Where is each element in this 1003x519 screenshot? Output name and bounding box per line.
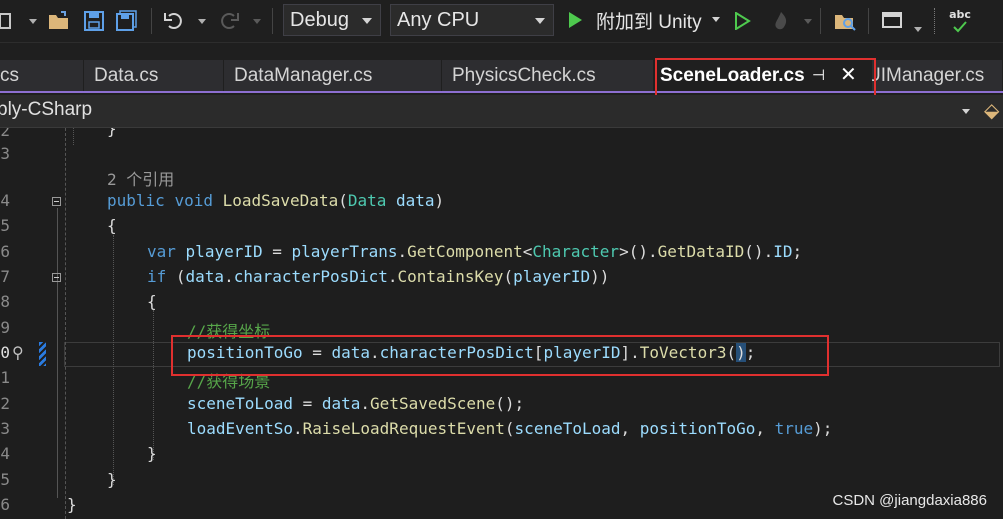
scope-guide: [57, 208, 58, 498]
scope-guide: [153, 310, 154, 460]
collapse-icon[interactable]: [52, 197, 61, 206]
tab-label: cs: [0, 65, 19, 86]
line-number: 5: [0, 216, 10, 235]
navigate-dropdown-icon[interactable]: [29, 19, 37, 24]
tab-highlight-box: [655, 58, 876, 98]
code-highlight-box: [171, 335, 829, 376]
window-layout-icon[interactable]: [879, 8, 905, 34]
line-number: 6: [0, 495, 10, 514]
scope-guide: [113, 235, 114, 485]
code-editor[interactable]: ⚲ 2 3 4 5 6 7 8 9 0 1 2 3 4 5 6 } 2 个引用 …: [0, 128, 1003, 519]
navigation-bar[interactable]: bly-CSharp ⬙: [0, 95, 1003, 128]
save-all-icon[interactable]: [114, 8, 140, 34]
undo-dropdown-icon[interactable]: [198, 19, 206, 24]
navigate-icon[interactable]: [0, 8, 14, 34]
chevron-down-icon[interactable]: [962, 109, 970, 114]
code-line: public void LoadSaveData(Data data): [107, 191, 445, 210]
reference-count-lens[interactable]: 2 个引用: [107, 166, 174, 190]
collapse-icon[interactable]: [52, 273, 61, 282]
toolbar-divider: [868, 8, 869, 34]
chevron-down-icon: [535, 18, 545, 24]
margin-guide: [65, 128, 66, 519]
tab-label: DataManager.cs: [234, 65, 373, 86]
save-icon[interactable]: [81, 8, 107, 34]
code-line: var playerID = playerTrans.GetComponent<…: [147, 242, 803, 261]
platform-value: Any CPU: [397, 8, 480, 31]
configuration-value: Debug: [290, 8, 349, 31]
tab-label: UIManager.cs: [872, 65, 985, 86]
line-number: 4: [0, 191, 10, 210]
code-line: {: [147, 292, 157, 311]
line-number: 8: [0, 292, 10, 311]
toolbar-divider: [934, 8, 936, 34]
layout-dropdown-icon[interactable]: [914, 27, 922, 32]
play-icon: [569, 12, 582, 28]
code-line: }: [67, 495, 77, 514]
redo-dropdown-icon[interactable]: [253, 19, 261, 24]
toolbar-divider: [151, 8, 152, 34]
attach-unity-label: 附加到 Unity: [596, 11, 702, 33]
start-debug-button[interactable]: 附加到 Unity: [566, 6, 731, 34]
configuration-dropdown[interactable]: Debug: [283, 4, 381, 36]
platform-dropdown[interactable]: Any CPU: [390, 4, 554, 36]
scope-guide: [73, 128, 74, 145]
member-icon[interactable]: ⬙: [984, 98, 999, 122]
hot-reload-dropdown-icon[interactable]: [804, 19, 812, 24]
line-number: 9: [0, 318, 10, 337]
code-line: sceneToLoad = data.GetSavedScene();: [187, 394, 525, 413]
line-number: 2: [0, 394, 10, 413]
redo-icon[interactable]: [216, 8, 242, 34]
quick-action-icon[interactable]: ⚲: [12, 343, 24, 362]
undo-icon[interactable]: [161, 8, 187, 34]
line-number: 2: [0, 128, 10, 140]
toolbar-divider: [820, 8, 821, 34]
code-line: }: [147, 444, 157, 463]
tab-data-cs[interactable]: Data.cs: [84, 60, 224, 91]
line-number: 5: [0, 470, 10, 489]
toolbar-divider: [272, 8, 273, 34]
spell-check-icon[interactable]: abc: [946, 6, 974, 36]
line-number: 4: [0, 444, 10, 463]
project-dropdown-value: bly-CSharp: [0, 99, 93, 120]
run-without-debug-icon[interactable]: [731, 8, 753, 34]
hot-reload-icon[interactable]: [768, 8, 794, 34]
line-number: 7: [0, 267, 10, 286]
code-line: loadEventSo.RaiseLoadRequestEvent(sceneT…: [187, 419, 833, 438]
open-folder-icon[interactable]: [46, 8, 72, 34]
line-number: 6: [0, 242, 10, 261]
code-line: {: [107, 216, 117, 235]
tab-label: PhysicsCheck.cs: [452, 65, 596, 86]
line-number: 3: [0, 144, 10, 163]
watermark: CSDN @jiangdaxia886: [832, 492, 987, 509]
change-marker: [39, 342, 46, 366]
attach-dropdown-icon[interactable]: [712, 17, 720, 22]
tab-label: Data.cs: [94, 65, 159, 86]
main-toolbar: Debug Any CPU 附加到 Unity abc: [0, 0, 1003, 43]
line-number: 1: [0, 368, 10, 387]
find-in-files-icon[interactable]: [832, 8, 858, 34]
tab-physicscheck-cs[interactable]: PhysicsCheck.cs: [442, 60, 654, 91]
code-line: }: [107, 470, 117, 489]
tab-datamanager-cs[interactable]: DataManager.cs: [224, 60, 442, 91]
chevron-down-icon: [362, 18, 372, 24]
tab-uimanager-cs[interactable]: UIManager.cs: [872, 60, 1003, 91]
code-line: if (data.characterPosDict.ContainsKey(pl…: [147, 267, 610, 286]
tab-partial[interactable]: cs: [0, 60, 84, 91]
spell-check-label: abc: [949, 8, 971, 21]
line-number: 3: [0, 419, 10, 438]
code-line: }: [107, 128, 117, 138]
line-number: 0: [0, 343, 10, 362]
